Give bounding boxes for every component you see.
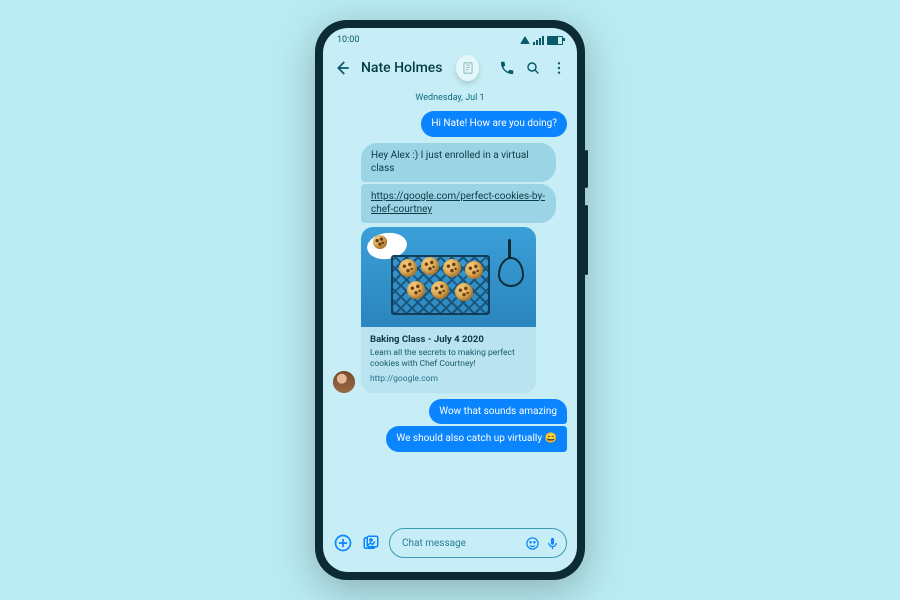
link-preview-image xyxy=(361,227,536,327)
message-row-out: We should also catch up virtually 😄 xyxy=(333,426,567,452)
status-time: 10:00 xyxy=(337,35,359,45)
message-row-in: Hey Alex :) I just enrolled in a virtual… xyxy=(333,143,567,182)
more-vert-icon[interactable] xyxy=(551,59,567,77)
message-row-out: Hi Nate! How are you doing? xyxy=(333,111,567,137)
status-bar: 10:00 xyxy=(323,28,577,49)
link-preview-title: Baking Class - July 4 2020 xyxy=(370,334,527,345)
mic-icon[interactable] xyxy=(544,535,560,551)
battery-icon xyxy=(547,36,563,45)
power-button xyxy=(585,150,588,188)
contact-avatar-badge[interactable] xyxy=(456,55,479,81)
wifi-icon xyxy=(520,36,530,44)
phone-frame: 10:00 Nate Holmes xyxy=(315,20,585,580)
message-bubble-incoming[interactable]: Hey Alex :) I just enrolled in a virtual… xyxy=(361,143,556,182)
signal-icon xyxy=(533,36,544,45)
message-row-in: Baking Class - July 4 2020 Learn all the… xyxy=(333,225,567,393)
message-bubble-outgoing[interactable]: Wow that sounds amazing xyxy=(429,399,567,425)
back-arrow-icon[interactable] xyxy=(333,59,351,77)
link-preview-card[interactable]: Baking Class - July 4 2020 Learn all the… xyxy=(361,227,536,393)
conversation-scroll[interactable]: Wednesday, Jul 1 Hi Nate! How are you do… xyxy=(323,89,577,520)
message-bubble-link[interactable]: https://google.com/perfect-cookies-by-ch… xyxy=(361,184,556,223)
message-row-out: Wow that sounds amazing xyxy=(333,399,567,425)
gallery-icon[interactable] xyxy=(361,533,381,553)
contact-name[interactable]: Nate Holmes xyxy=(361,60,442,76)
message-input[interactable]: Chat message xyxy=(389,528,567,558)
volume-button xyxy=(585,205,588,275)
link-preview-url: http://google.com xyxy=(370,374,527,384)
emoji-icon[interactable] xyxy=(524,535,540,551)
status-indicators xyxy=(520,36,563,45)
screen: 10:00 Nate Holmes xyxy=(323,28,577,572)
sender-avatar[interactable] xyxy=(333,371,355,393)
search-icon[interactable] xyxy=(525,59,541,77)
chat-header: Nate Holmes xyxy=(323,49,577,89)
composer-bar: Chat message xyxy=(323,520,577,572)
message-row-in: https://google.com/perfect-cookies-by-ch… xyxy=(333,184,567,223)
link-preview-description: Learn all the secrets to making perfect … xyxy=(370,348,527,370)
message-input-placeholder: Chat message xyxy=(402,538,520,549)
stage: 10:00 Nate Holmes xyxy=(0,0,900,600)
link-preview-body: Baking Class - July 4 2020 Learn all the… xyxy=(361,327,536,393)
plus-circle-icon[interactable] xyxy=(333,533,353,553)
date-divider: Wednesday, Jul 1 xyxy=(333,93,567,103)
message-link[interactable]: https://google.com/perfect-cookies-by-ch… xyxy=(371,191,545,216)
message-bubble-outgoing[interactable]: Hi Nate! How are you doing? xyxy=(421,111,567,137)
message-bubble-outgoing[interactable]: We should also catch up virtually 😄 xyxy=(386,426,567,452)
whisk-icon xyxy=(494,239,526,285)
phone-icon[interactable] xyxy=(499,59,515,77)
